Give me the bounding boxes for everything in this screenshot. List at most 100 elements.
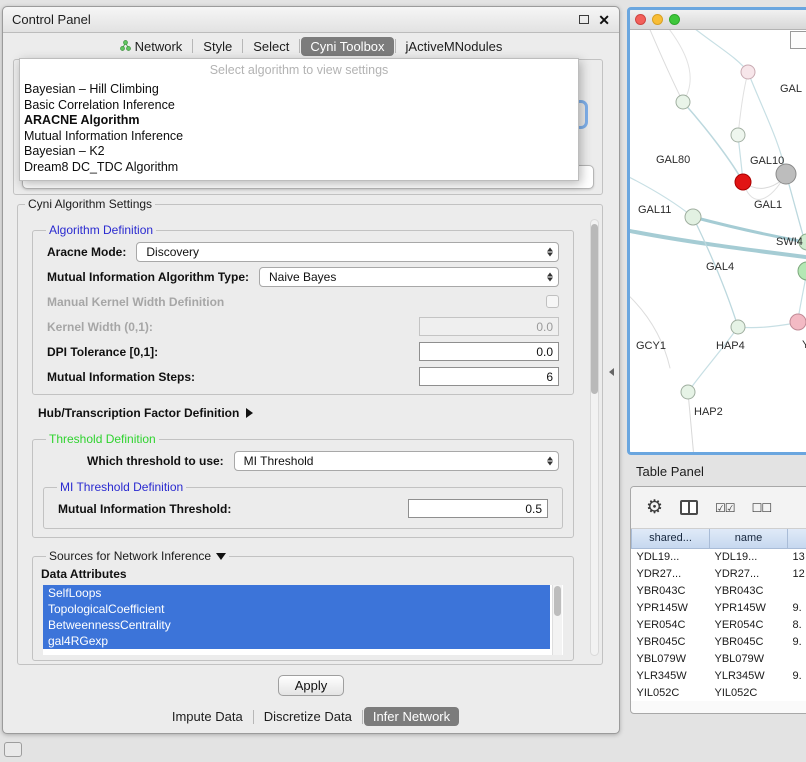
scrollbar-thumb[interactable] [554,586,561,615]
table-cell[interactable]: YPR145W [710,599,788,616]
network-node[interactable] [741,65,755,79]
network-edge[interactable] [688,327,738,392]
overview-toggle[interactable] [790,31,806,49]
table-cell[interactable]: YDR27... [632,565,710,582]
table-cell[interactable]: YLR345W [710,667,788,684]
network-edge[interactable] [738,323,796,328]
close-icon[interactable]: ✕ [598,13,610,27]
dropdown-item-basic-correlation-inference[interactable]: Basic Correlation Inference [20,98,578,114]
table-cell[interactable]: YBR043C [710,582,788,599]
minimize-traffic-light[interactable] [652,14,663,25]
bottom-tab-discretize-data[interactable]: Discretize Data [255,707,361,726]
table-cell[interactable]: 8. [788,616,806,633]
mi-type-select[interactable]: Naive Bayes [259,267,559,287]
dropdown-item-bayesian-k2[interactable]: Bayesian – K2 [20,144,578,160]
dpi-tolerance-field[interactable] [419,342,559,361]
column-header-extra[interactable] [788,529,806,548]
bottom-tab-impute-data[interactable]: Impute Data [163,707,252,726]
manual-kernel-checkbox[interactable] [546,295,559,308]
table-row[interactable]: YDL19...YDL19...13 [632,548,806,565]
tab-style[interactable]: Style [194,37,241,56]
network-node[interactable] [735,174,751,190]
table-cell[interactable]: YER054C [710,616,788,633]
table-row[interactable]: YBR045CYBR045C9. [632,633,806,650]
scrollbar-thumb[interactable] [591,224,598,394]
zoom-traffic-light[interactable] [669,14,680,25]
list-item-betweennesscentrality[interactable]: BetweennessCentrality [43,617,550,633]
table-cell[interactable]: YIL052C [710,684,788,701]
column-header-shared[interactable]: shared... [632,529,710,548]
table-cell[interactable]: 9. [788,667,806,684]
network-canvas[interactable]: GAL80GAL10GAL11GAL1SWI4GAL4GCY1HAP4HAP2G… [630,30,806,452]
table-cell[interactable]: YLR345W [632,667,710,684]
tab-select[interactable]: Select [244,37,298,56]
float-window-icon[interactable] [579,15,589,24]
network-node[interactable] [731,128,745,142]
hub-definition-toggle[interactable]: Hub/Transcription Factor Definition [38,406,582,420]
table-cell[interactable] [788,650,806,667]
select-all-icon[interactable]: ☑☑ [715,501,735,515]
network-edge[interactable] [738,72,748,135]
column-header-name[interactable]: name [710,529,788,548]
table-cell[interactable]: YPR145W [632,599,710,616]
kernel-width-field[interactable] [419,317,559,336]
table-cell[interactable]: YBR045C [710,633,788,650]
network-edge[interactable] [786,174,805,242]
network-node[interactable] [676,95,690,109]
table-cell[interactable]: YDR27... [710,565,788,582]
network-node[interactable] [790,314,806,330]
table-cell[interactable]: YBR043C [632,582,710,599]
mi-steps-field[interactable] [419,367,559,386]
network-node[interactable] [685,209,701,225]
network-edge[interactable] [683,102,743,182]
tab-jactivemnodules[interactable]: jActiveMNodules [397,37,512,56]
which-threshold-select[interactable]: MI Threshold [234,451,559,471]
dropdown-item-bayesian-hill-climbing[interactable]: Bayesian – Hill Climbing [20,82,578,98]
table-row[interactable]: YBL079WYBL079W [632,650,806,667]
aracne-mode-select[interactable]: Discovery [136,242,559,262]
network-node[interactable] [731,320,745,334]
table-row[interactable]: YIL052CYIL052C [632,684,806,701]
network-edge[interactable] [688,392,694,452]
network-edge[interactable] [630,292,670,368]
table-cell[interactable]: YBR045C [632,633,710,650]
dropdown-item-dream8-dc-tdc-algorithm[interactable]: Dream8 DC_TDC Algorithm [20,160,578,176]
table-row[interactable]: YPR145WYPR145W9. [632,599,806,616]
table-cell[interactable]: YBL079W [710,650,788,667]
list-item-gal4rgexp[interactable]: gal4RGexp [43,633,550,649]
table-cell[interactable]: YER054C [632,616,710,633]
table-cell[interactable]: 9. [788,599,806,616]
settings-gear-icon[interactable]: ⚙ [646,498,663,517]
network-window-titlebar[interactable] [630,10,806,30]
list-item-selfloops[interactable]: SelfLoops [43,585,550,601]
table-cell[interactable] [788,582,806,599]
bottom-tab-infer-network[interactable]: Infer Network [364,707,459,726]
dropdown-item-aracne-algorithm[interactable]: ARACNE Algorithm [20,113,578,129]
tab-cyni-toolbox[interactable]: Cyni Toolbox [301,37,393,56]
dropdown-item-mutual-information-inference[interactable]: Mutual Information Inference [20,129,578,145]
sources-toggle[interactable]: Sources for Network Inference [46,549,229,563]
deselect-all-icon[interactable]: ☐☐ [752,501,772,515]
hidden-panel-icon[interactable] [4,742,22,757]
table-cell[interactable]: YBL079W [632,650,710,667]
apply-button[interactable]: Apply [278,675,345,696]
scrollbar-track[interactable] [590,219,599,656]
network-node[interactable] [681,385,695,399]
scrollbar-track[interactable] [552,585,562,655]
network-node[interactable] [798,262,806,280]
control-panel-titlebar[interactable]: Control Panel ✕ [3,7,619,33]
list-item-topologicalcoefficient[interactable]: TopologicalCoefficient [43,601,550,617]
network-node[interactable] [776,164,796,184]
table-cell[interactable]: 13 [788,548,806,565]
table-cell[interactable]: YIL052C [632,684,710,701]
table-cell[interactable]: YDL19... [632,548,710,565]
tab-network[interactable]: Network [111,37,192,56]
table-row[interactable]: YBR043CYBR043C [632,582,806,599]
table-cell[interactable] [788,684,806,701]
table-row[interactable]: YDR27...YDR27...12 [632,565,806,582]
table-cell[interactable]: 9. [788,633,806,650]
column-selector-icon[interactable] [680,500,698,515]
panel-splitter-handle[interactable] [609,368,614,376]
mi-threshold-field[interactable] [408,499,548,518]
table-row[interactable]: YER054CYER054C8. [632,616,806,633]
